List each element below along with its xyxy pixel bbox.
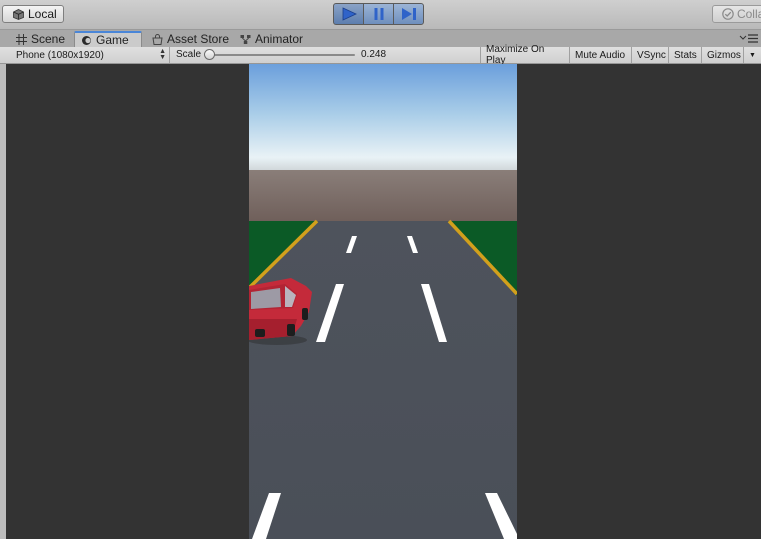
tab-asset-store[interactable]: Asset Store (146, 31, 232, 47)
mute-audio-label: Mute Audio (575, 49, 626, 61)
mute-audio-toggle[interactable]: Mute Audio (569, 47, 631, 63)
gizmos-dropdown-arrow[interactable]: ▼ (743, 47, 761, 63)
tab-label: Asset Store (167, 32, 230, 46)
resolution-dropdown[interactable]: Phone (1080x1920) ▲ ▼ (8, 47, 170, 63)
game-icon (82, 35, 91, 45)
asset-store-icon (152, 33, 163, 45)
game-scene (249, 64, 517, 539)
stats-toggle[interactable]: Stats (668, 47, 701, 63)
tab-label: Game (96, 33, 129, 47)
step-button[interactable] (393, 3, 424, 25)
vsync-toggle[interactable]: VSync (631, 47, 668, 63)
playback-controls (333, 3, 424, 25)
road (249, 221, 517, 539)
pause-button[interactable] (363, 3, 394, 25)
stats-label: Stats (674, 49, 697, 61)
tab-label: Animator (255, 32, 304, 46)
scale-value: 0.248 (361, 49, 387, 60)
maximize-on-play-toggle[interactable]: Maximize On Play (480, 44, 569, 66)
tab-game[interactable]: Game (74, 31, 142, 47)
check-circle-icon (722, 8, 734, 20)
tab-scene[interactable]: Scene (10, 31, 74, 47)
collab-label: Collab (736, 7, 761, 21)
vsync-label: VSync (637, 49, 666, 61)
game-view[interactable] (249, 64, 517, 539)
scale-label: Scale (176, 49, 202, 60)
resolution-value: Phone (1080x1920) (16, 49, 104, 61)
play-button[interactable] (333, 3, 364, 25)
step-icon (401, 8, 416, 20)
tab-menu-icon[interactable] (739, 33, 759, 45)
up-down-arrows-icon: ▲ ▼ (159, 48, 166, 61)
local-label: Local (28, 7, 57, 21)
cube-icon (13, 8, 24, 20)
local-button[interactable]: Local (2, 5, 64, 23)
play-icon (342, 7, 357, 21)
scene-grid-icon (16, 33, 27, 45)
animator-icon (240, 34, 251, 44)
pause-icon (374, 8, 383, 20)
gizmos-label: Gizmos (707, 49, 741, 61)
top-toolbar: Local Collab (0, 0, 761, 30)
scale-slider-thumb[interactable] (204, 49, 215, 60)
gizmos-toggle[interactable]: Gizmos (701, 47, 743, 63)
maximize-on-play-label: Maximize On Play (486, 44, 545, 66)
scale-slider-track[interactable] (209, 54, 355, 56)
far-ground (249, 170, 517, 222)
dropdown-arrow-icon: ▼ (749, 51, 756, 59)
collab-button[interactable]: Collab (712, 5, 761, 23)
tab-animator[interactable]: Animator (234, 31, 320, 47)
tab-bar: Scene Game Asset Store Animator (0, 30, 761, 47)
game-control-bar: Phone (1080x1920) ▲ ▼ Scale 0.248 Maximiz… (0, 44, 761, 66)
tab-label: Scene (31, 32, 66, 46)
sky (249, 64, 517, 174)
